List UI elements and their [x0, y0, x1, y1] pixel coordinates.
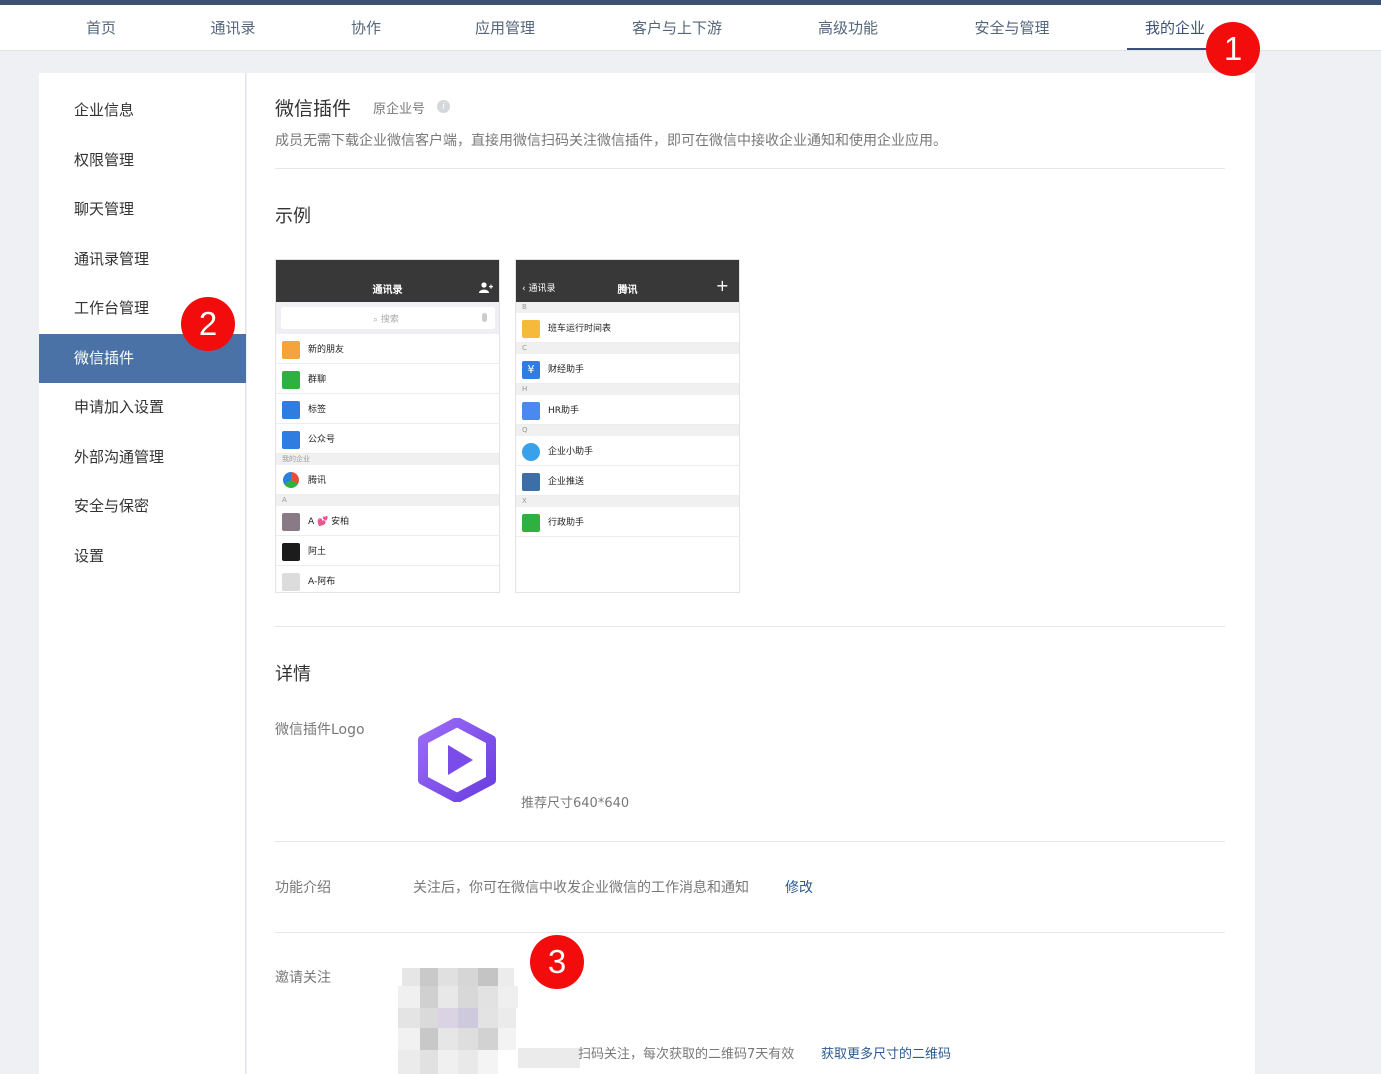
tab-customers-partners[interactable]: 客户与上下游: [626, 5, 728, 51]
list-item: HR助手: [516, 395, 739, 425]
official-account-icon: [282, 431, 300, 449]
admin-assistant-icon: [522, 514, 540, 532]
sidebar-item-external-communication[interactable]: 外部沟通管理: [39, 433, 246, 482]
example-screenshot-tencent: ‹ 通讯录 腾讯 + B 班车运行时间表 C ¥ 财经助手 H HR助手 Q 企业…: [515, 259, 740, 593]
list-item: A 💕 安柏: [276, 506, 499, 536]
new-friends-icon: [282, 341, 300, 359]
sidebar-item-contacts-management[interactable]: 通讯录管理: [39, 235, 246, 284]
sidebar-item-security-privacy[interactable]: 安全与保密: [39, 482, 246, 531]
list-item: 公众号: [276, 424, 499, 454]
search-bar: ⌕ 搜索: [276, 302, 499, 334]
section-header: H: [516, 384, 739, 395]
tab-security-management[interactable]: 安全与管理: [968, 5, 1056, 51]
tab-contacts[interactable]: 通讯录: [205, 5, 261, 51]
add-contact-icon: [479, 282, 493, 293]
sidebar: 企业信息 权限管理 聊天管理 通讯录管理 工作台管理 微信插件 申请加入设置 外…: [39, 73, 246, 1074]
divider: [275, 932, 1225, 933]
sidebar-item-join-settings[interactable]: 申请加入设置: [39, 383, 246, 432]
top-navigation: 首页 通讯录 协作 应用管理 客户与上下游 高级功能 安全与管理 我的企业: [0, 5, 1381, 51]
list-item: 新的朋友: [276, 334, 499, 364]
section-header: 我的企业: [276, 454, 499, 465]
list-item: 标签: [276, 394, 499, 424]
tencent-logo-icon: [283, 472, 299, 488]
sidebar-item-chat-management[interactable]: 聊天管理: [39, 185, 246, 234]
microphone-icon: [482, 313, 487, 322]
annotation-badge-1: 1: [1206, 22, 1260, 76]
finance-icon: ¥: [522, 361, 540, 379]
page-description: 成员无需下载企业微信客户端，直接用微信扫码关注微信插件，即可在微信中接收企业通知…: [275, 133, 947, 149]
sidebar-item-settings[interactable]: 设置: [39, 532, 246, 581]
plugin-logo[interactable]: [417, 717, 497, 803]
blurred-region: [518, 1048, 580, 1068]
list-item: 群聊: [276, 364, 499, 394]
list-item: A-阿布: [276, 566, 499, 592]
intro-label: 功能介绍: [275, 880, 331, 896]
tab-app-management[interactable]: 应用管理: [470, 5, 540, 51]
invite-hint: 扫码关注，每次获取的二维码7天有效: [578, 1047, 795, 1062]
phone-title: 腾讯: [617, 285, 638, 296]
divider: [275, 626, 1225, 627]
list-item: ¥ 财经助手: [516, 354, 739, 384]
tab-advanced-features[interactable]: 高级功能: [812, 5, 884, 51]
list-item: 企业小助手: [516, 436, 739, 466]
get-more-qr-sizes-link[interactable]: 获取更多尺寸的二维码: [821, 1043, 951, 1062]
intro-text: 关注后，你可在微信中收发企业微信的工作消息和通知: [413, 880, 749, 896]
search-placeholder: ⌕ 搜索: [373, 315, 399, 325]
main-content: 微信插件 原企业号 i 成员无需下载企业微信客户端，直接用微信扫码关注微信插件，…: [247, 73, 1255, 1074]
phone-title: 通讯录: [372, 285, 403, 296]
info-icon[interactable]: i: [437, 100, 450, 113]
search-input[interactable]: ⌕ 搜索: [281, 307, 495, 329]
logo-label: 微信插件Logo: [275, 722, 365, 738]
edit-intro-link[interactable]: 修改: [785, 877, 813, 897]
list-item: 企业推送: [516, 466, 739, 496]
page-subtitle: 原企业号: [373, 102, 426, 117]
list-item: 腾讯: [276, 465, 499, 495]
example-screenshot-contacts: 通讯录 ⌕ 搜索 新的朋友 群聊 标签 公众号 我的企业 腾讯 A A 💕 安柏…: [275, 259, 500, 593]
chat-bubble-icon: [522, 443, 540, 461]
qr-code[interactable]: [398, 968, 518, 1074]
plus-icon: +: [715, 276, 729, 295]
phone-header: 通讯录: [276, 260, 499, 302]
section-header: A: [276, 495, 499, 506]
section-header: X: [516, 496, 739, 507]
annotation-badge-2: 2: [181, 297, 235, 351]
tab-home[interactable]: 首页: [80, 5, 122, 51]
page-title: 微信插件: [275, 98, 352, 120]
annotation-badge-3: 3: [530, 935, 584, 989]
tab-collaboration[interactable]: 协作: [345, 5, 387, 51]
example-heading: 示例: [275, 206, 311, 227]
group-chat-icon: [282, 371, 300, 389]
list-item: 行政助手: [516, 507, 739, 537]
avatar: [282, 573, 300, 591]
section-header: C: [516, 343, 739, 354]
details-heading: 详情: [275, 664, 311, 685]
invite-label: 邀请关注: [275, 970, 331, 986]
section-header: B: [516, 302, 739, 313]
hr-icon: [522, 402, 540, 420]
sidebar-item-enterprise-info[interactable]: 企业信息: [39, 86, 246, 135]
bus-icon: [522, 320, 540, 338]
avatar: [282, 513, 300, 531]
logo-size-hint: 推荐尺寸640*640: [521, 796, 630, 811]
home-icon: [522, 473, 540, 491]
list-item: 班车运行时间表: [516, 313, 739, 343]
tag-icon: [282, 401, 300, 419]
section-header: Q: [516, 425, 739, 436]
divider: [275, 168, 1225, 169]
phone-header: ‹ 通讯录 腾讯 +: [516, 260, 739, 302]
divider: [275, 841, 1225, 842]
sidebar-item-permissions[interactable]: 权限管理: [39, 136, 246, 185]
avatar: [282, 543, 300, 561]
list-item: 阿土: [276, 536, 499, 566]
play-logo-icon: [418, 717, 496, 803]
